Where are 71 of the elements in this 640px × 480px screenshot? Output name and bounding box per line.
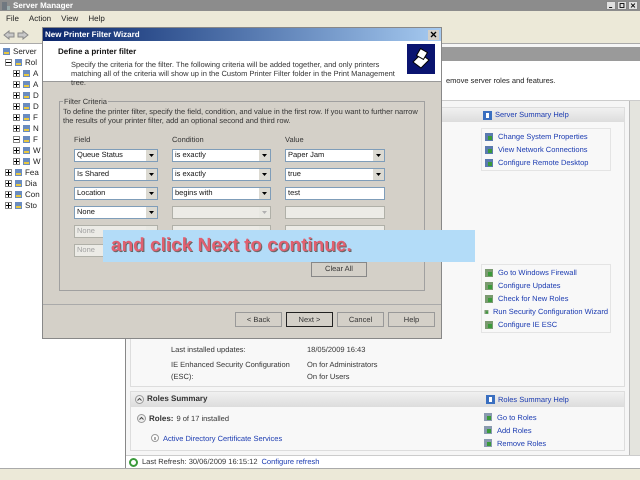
link-icon <box>484 320 494 330</box>
tree-node-icon <box>22 69 31 78</box>
expand-icon[interactable] <box>13 70 20 77</box>
close-icon[interactable] <box>628 1 638 10</box>
tree-item[interactable]: D <box>33 100 39 112</box>
menu-item[interactable]: Action <box>28 13 52 25</box>
tree-node-icon <box>22 146 31 155</box>
collapse-icon[interactable] <box>5 59 12 66</box>
close-icon[interactable] <box>428 30 439 40</box>
help-icon <box>486 394 495 404</box>
menu-item[interactable]: File <box>6 13 19 25</box>
expand-icon[interactable] <box>13 125 20 132</box>
expand-icon[interactable] <box>5 180 12 187</box>
tree-node-icon <box>22 157 31 166</box>
tree-item[interactable]: Server <box>13 46 37 58</box>
menu-item[interactable]: View <box>61 13 78 25</box>
tree-item[interactable]: N <box>33 122 39 134</box>
section-title: Roles Summary <box>147 393 208 406</box>
tree-item[interactable]: Dia <box>25 178 38 190</box>
menu-item[interactable]: Help <box>88 13 105 25</box>
tree-item[interactable]: W <box>33 144 41 156</box>
expand-icon[interactable] <box>5 169 12 176</box>
tree-item[interactable]: D <box>33 90 39 102</box>
window-title: Server Manager <box>13 0 74 12</box>
tree-node-icon <box>14 179 23 188</box>
expand-icon[interactable] <box>5 191 12 198</box>
refresh-icon[interactable] <box>129 458 138 466</box>
expand-icon[interactable] <box>13 92 20 99</box>
dialog-heading: Define a printer filter <box>58 46 138 58</box>
link-icon <box>483 438 493 448</box>
link-icon <box>483 425 493 436</box>
minimize-icon[interactable] <box>606 1 616 10</box>
collapse-icon[interactable] <box>13 136 20 143</box>
collapse-icon[interactable] <box>137 414 146 424</box>
tree-node-icon <box>22 135 31 144</box>
tree-item[interactable]: A <box>33 78 38 90</box>
tree-node-icon <box>22 113 31 122</box>
help-icon <box>483 110 492 120</box>
tree-item[interactable]: Rol <box>25 56 38 68</box>
tree-node-icon <box>14 168 23 177</box>
tree-node-icon <box>22 80 31 89</box>
tree-node-icon <box>14 190 23 199</box>
collapse-icon[interactable] <box>135 394 144 404</box>
tree-item[interactable]: F <box>33 112 38 124</box>
expand-icon[interactable] <box>13 103 20 110</box>
tree-node-icon <box>22 124 31 133</box>
printer-icon <box>407 44 435 74</box>
dialog-title: New Printer Filter Wizard <box>45 28 140 40</box>
roles-label: Roles: <box>149 412 174 425</box>
expand-icon[interactable] <box>13 114 20 121</box>
tree-node-icon <box>14 201 23 210</box>
tree-item[interactable]: Con <box>25 188 40 200</box>
tree-item[interactable]: Fea <box>25 166 39 178</box>
maximize-icon[interactable] <box>617 1 627 10</box>
tree-item[interactable]: F <box>33 134 38 146</box>
link-icon <box>483 412 493 422</box>
tree-item[interactable]: W <box>33 156 41 168</box>
expand-icon[interactable] <box>13 158 20 165</box>
expand-icon[interactable] <box>5 202 12 209</box>
back-arrow-icon[interactable] <box>3 30 15 40</box>
expand-icon[interactable] <box>13 81 20 88</box>
tree-node-icon <box>22 91 31 100</box>
forward-arrow-icon[interactable] <box>17 30 29 40</box>
tree-node-icon <box>22 102 31 111</box>
expand-icon[interactable] <box>13 147 20 154</box>
app-icon <box>2 2 10 10</box>
info-icon <box>151 434 159 442</box>
tree-item[interactable]: A <box>33 68 38 80</box>
tree-item[interactable]: Sto <box>25 200 38 212</box>
tree-node-icon <box>14 58 23 67</box>
tree-node-icon <box>2 47 11 56</box>
